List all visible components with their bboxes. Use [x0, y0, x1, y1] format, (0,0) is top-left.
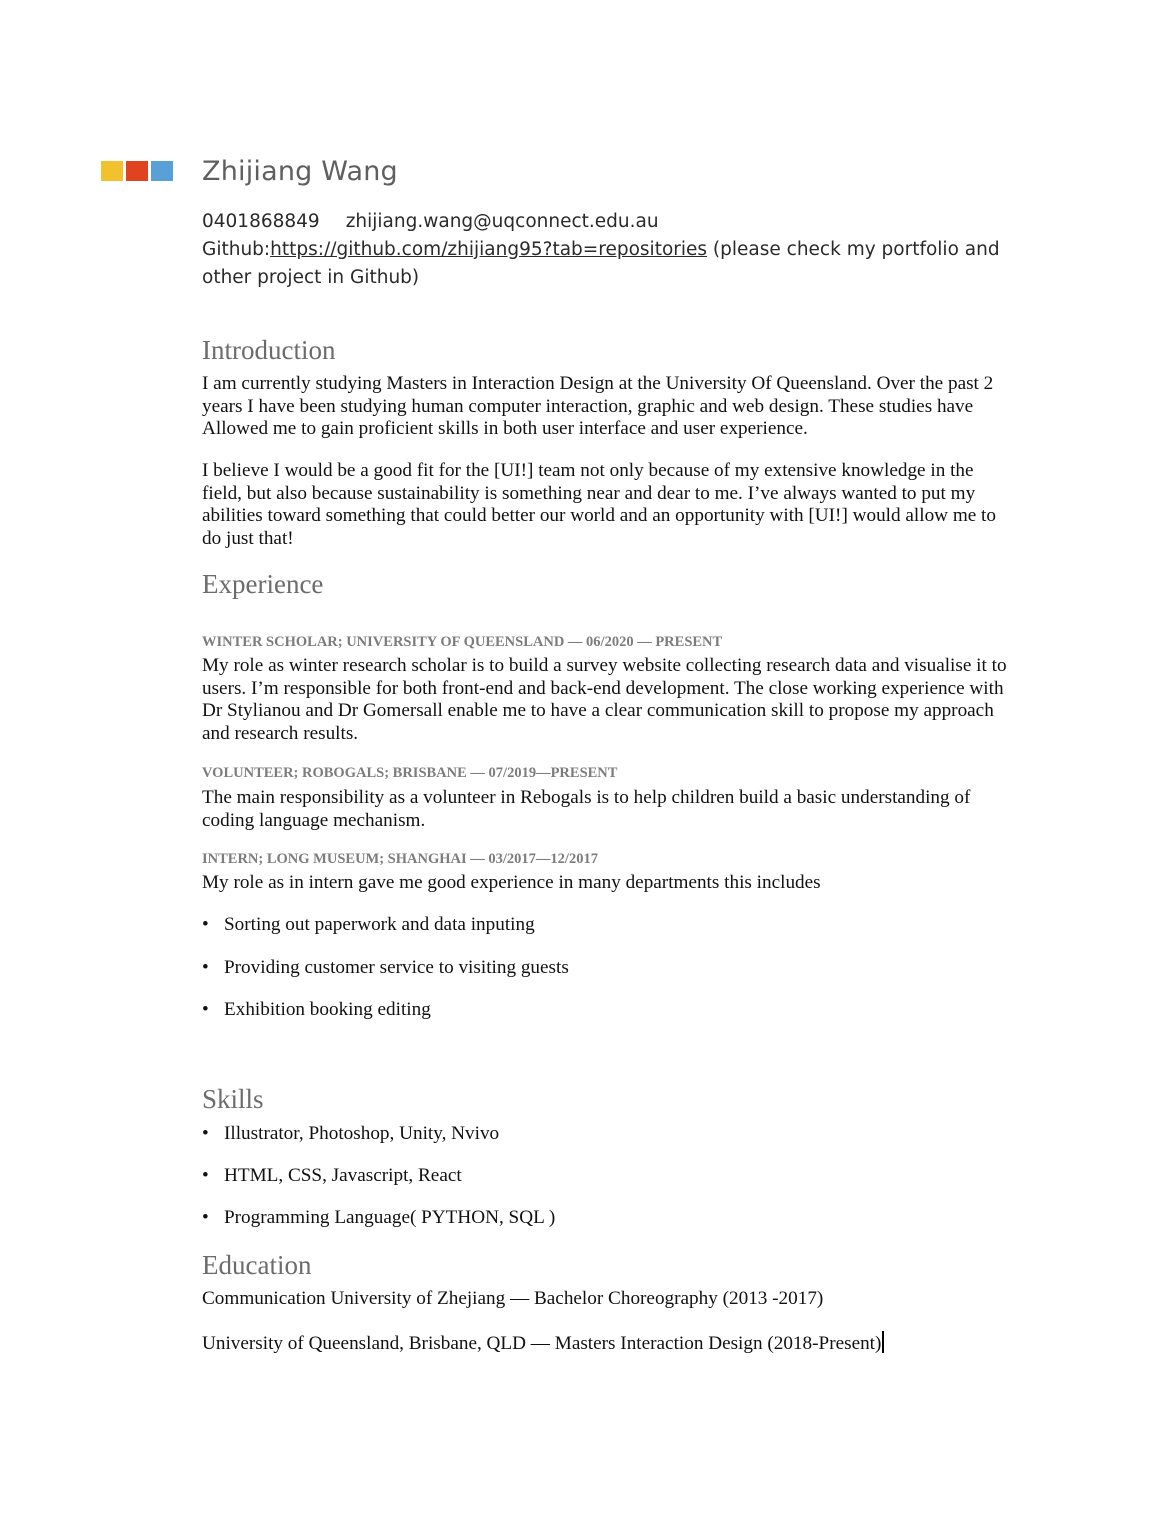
logo-square-blue	[151, 161, 173, 181]
job-title: WINTER SCHOLAR; UNIVERSITY OF QUEENSLAND…	[202, 634, 723, 650]
phone-number: 0401868849	[202, 211, 320, 232]
logo-square-yellow	[101, 161, 123, 181]
logo-square-red	[126, 161, 148, 181]
candidate-name: Zhijiang Wang	[202, 156, 398, 187]
job-description: The main responsibility as a volunteer i…	[202, 787, 971, 831]
bullet-icon: •	[202, 957, 209, 978]
github-link[interactable]: https://github.com/zhijiang95?tab=reposi…	[270, 239, 707, 260]
bullet-icon: •	[202, 914, 209, 935]
bullet-icon: •	[202, 1165, 209, 1186]
list-item-text: Programming Language( PYTHON, SQL )	[224, 1207, 556, 1228]
list-item: • Sorting out paperwork and data inputing	[202, 914, 535, 936]
resume-page: Zhijiang Wang 0401868849 zhijiang.wang@uq…	[0, 0, 1154, 1522]
education-entry: Communication University of Zhejiang — B…	[202, 1288, 824, 1309]
list-item: • Illustrator, Photoshop, Unity, Nvivo	[202, 1123, 499, 1145]
bullet-icon: •	[202, 999, 209, 1020]
introduction-paragraph-2: I believe I would be a good fit for the …	[202, 460, 996, 549]
skills-heading: Skills	[202, 1084, 264, 1114]
job-description: My role as winter research scholar is to…	[202, 655, 1007, 744]
bullet-icon: •	[202, 1123, 209, 1144]
job-description: My role as in intern gave me good experi…	[202, 872, 821, 893]
email-address[interactable]: zhijiang.wang@uqconnect.edu.au	[346, 211, 659, 232]
job-title: INTERN; LONG MUSEUM; SHANGHAI — 03/2017—…	[202, 851, 598, 867]
contact-block: 0401868849 zhijiang.wang@uqconnect.edu.au…	[202, 208, 1022, 292]
list-item-text: Illustrator, Photoshop, Unity, Nvivo	[224, 1123, 500, 1144]
text-cursor	[882, 1331, 885, 1353]
list-item: • Exhibition booking editing	[202, 999, 431, 1021]
experience-heading: Experience	[202, 569, 324, 599]
education-entry: University of Queensland, Brisbane, QLD …	[202, 1331, 885, 1355]
list-item: • HTML, CSS, Javascript, React	[202, 1165, 462, 1187]
job-title: VOLUNTEER; ROBOGALS; BRISBANE — 07/2019—…	[202, 765, 618, 781]
education-heading: Education	[202, 1250, 312, 1280]
github-label: Github:	[202, 239, 271, 260]
introduction-heading: Introduction	[202, 335, 336, 365]
list-item: • Providing customer service to visiting …	[202, 957, 569, 979]
bullet-icon: •	[202, 1207, 209, 1228]
education-entry-text: University of Queensland, Brisbane, QLD …	[202, 1333, 882, 1354]
list-item-text: Providing customer service to visiting g…	[224, 957, 569, 978]
brand-logo	[101, 161, 173, 181]
list-item: • Programming Language( PYTHON, SQL )	[202, 1207, 555, 1229]
list-item-text: Exhibition booking editing	[224, 999, 431, 1020]
list-item-text: HTML, CSS, Javascript, React	[224, 1165, 462, 1186]
list-item-text: Sorting out paperwork and data inputing	[224, 914, 535, 935]
introduction-paragraph-1: I am currently studying Masters in Inter…	[202, 373, 994, 439]
